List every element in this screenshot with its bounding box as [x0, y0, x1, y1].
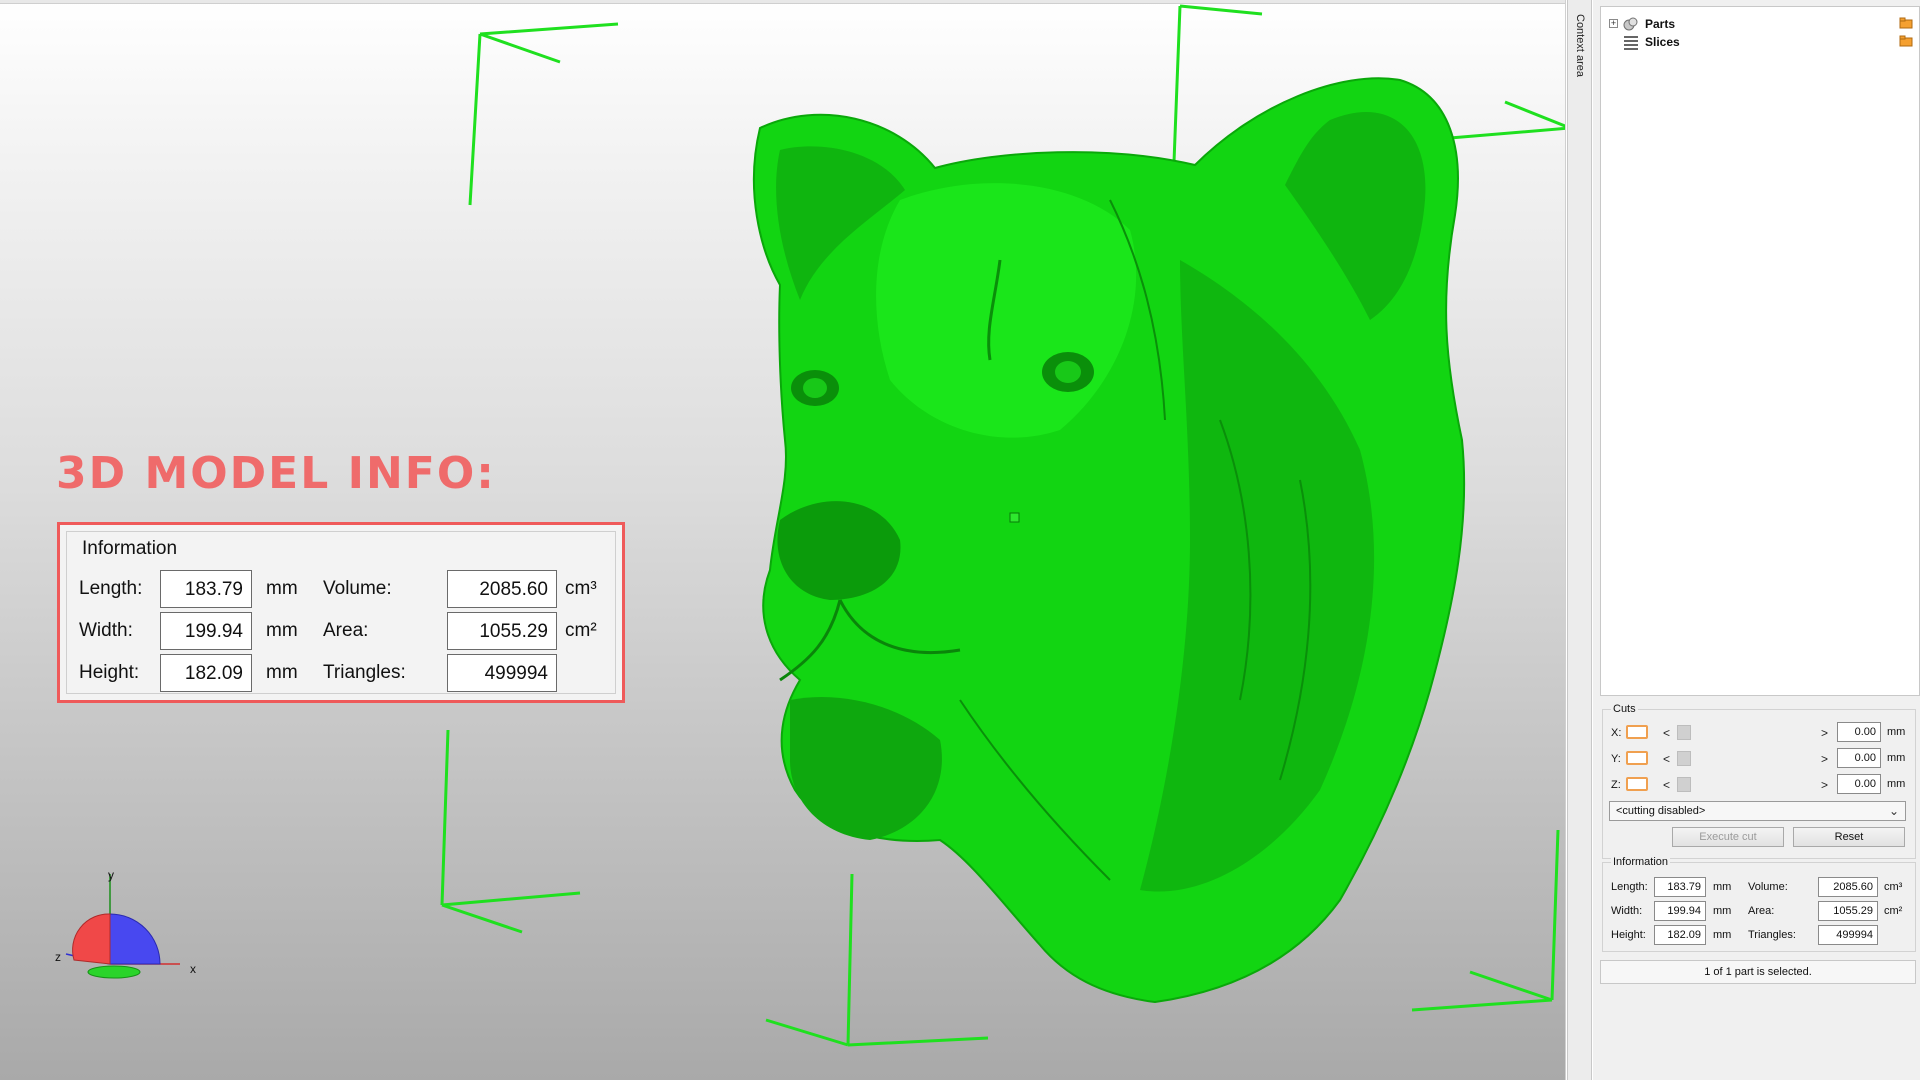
cut-y-unit: mm	[1887, 752, 1906, 764]
axis-label-z: z	[55, 950, 61, 964]
tree-item-label: Parts	[1645, 17, 1676, 31]
folder-menu-icon[interactable]	[1899, 17, 1913, 29]
info-row-width: Width: 199.94 mm Area: 1055.29 cm²	[1603, 901, 1915, 921]
cut-y-checkbox[interactable]	[1626, 751, 1648, 765]
axis-label-y: y	[108, 868, 114, 882]
info-triangles-label: Triangles:	[1748, 929, 1796, 941]
model-info-group-label: Information	[79, 538, 181, 560]
reset-button[interactable]: Reset	[1793, 827, 1905, 847]
chevron-down-icon: ⌄	[1888, 804, 1899, 818]
info-width-unit: mm	[1713, 905, 1732, 917]
info-area-label: Area:	[1748, 905, 1775, 917]
cut-x-increase[interactable]: >	[1821, 726, 1828, 740]
cut-x-slider-thumb[interactable]	[1677, 725, 1691, 740]
overlay-length-unit: mm	[266, 578, 298, 599]
axis-gizmo-icon	[65, 874, 180, 979]
parts-icon	[1623, 17, 1638, 31]
info-volume-value: 2085.60	[1818, 877, 1878, 897]
cut-row-y: Y: < > 0.00 mm	[1603, 748, 1915, 770]
info-row-height: Height: 182.09 mm Triangles: 499994	[1603, 925, 1915, 945]
cut-z-slider-thumb[interactable]	[1677, 777, 1691, 792]
cut-y-slider-thumb[interactable]	[1677, 751, 1691, 766]
cutting-mode-select[interactable]: <cutting disabled> ⌄	[1609, 801, 1906, 821]
info-length-label: Length:	[1611, 881, 1648, 893]
overlay-triangles-label: Triangles:	[323, 662, 406, 683]
cut-x-input[interactable]: 0.00	[1837, 722, 1881, 742]
model-info-title: 3D MODEL INFO:	[56, 448, 496, 499]
cut-y-decrease[interactable]: <	[1663, 752, 1670, 766]
information-group-label: Information	[1611, 856, 1671, 868]
info-triangles-value: 499994	[1818, 925, 1878, 945]
info-length-value: 183.79	[1654, 877, 1706, 897]
folder-menu-icon[interactable]	[1899, 35, 1913, 47]
info-row-length: Length: 183.79 mm Volume: 2085.60 cm³	[1603, 877, 1915, 897]
info-height-unit: mm	[1713, 929, 1732, 941]
orientation-axis-widget[interactable]: y x z	[52, 868, 212, 988]
overlay-width-unit: mm	[266, 620, 298, 641]
slices-icon	[1624, 36, 1638, 50]
info-width-label: Width:	[1611, 905, 1643, 917]
cut-row-z: Z: < > 0.00 mm	[1603, 774, 1915, 796]
overlay-triangles-value: 499994	[447, 654, 557, 692]
overlay-area-value: 1055.29	[447, 612, 557, 650]
overlay-area-unit: cm²	[565, 620, 597, 641]
cut-z-unit: mm	[1887, 778, 1906, 790]
overlay-row-height: Height: 182.09 mm Triangles: 499994	[67, 652, 615, 692]
tree-item-slices[interactable]: Slices	[1601, 33, 1919, 51]
overlay-height-unit: mm	[266, 662, 298, 683]
overlay-width-value: 199.94	[160, 612, 252, 650]
overlay-height-label: Height:	[79, 662, 140, 683]
cut-axis-label: Y:	[1611, 753, 1621, 765]
cut-row-x: X: < > 0.00 mm	[1603, 722, 1915, 744]
overlay-volume-unit: cm³	[565, 578, 597, 599]
cutting-mode-value: <cutting disabled>	[1616, 805, 1706, 817]
cut-x-checkbox[interactable]	[1626, 725, 1648, 739]
overlay-width-label: Width:	[79, 620, 133, 641]
cut-x-unit: mm	[1887, 726, 1906, 738]
info-area-unit: cm²	[1884, 905, 1903, 917]
overlay-area-label: Area:	[323, 620, 369, 641]
3d-viewport[interactable]: 3D MODEL INFO: Information Length: 183.7…	[0, 0, 1566, 1080]
overlay-length-label: Length:	[79, 578, 143, 599]
overlay-row-width: Width: 199.94 mm Area: 1055.29 cm²	[67, 610, 615, 650]
overlay-volume-value: 2085.60	[447, 570, 557, 608]
expand-icon[interactable]: +	[1609, 19, 1618, 28]
info-height-label: Height:	[1611, 929, 1646, 941]
execute-cut-button[interactable]: Execute cut	[1672, 827, 1784, 847]
overlay-row-length: Length: 183.79 mm Volume: 2085.60 cm³	[67, 568, 615, 608]
scene-tree[interactable]: + Parts Slices	[1600, 6, 1920, 696]
cut-z-input[interactable]: 0.00	[1837, 774, 1881, 794]
tree-item-parts[interactable]: + Parts	[1601, 15, 1919, 33]
info-height-value: 182.09	[1654, 925, 1706, 945]
context-area-tab[interactable]: Context area	[1567, 0, 1592, 1080]
axis-label-x: x	[190, 962, 196, 976]
info-volume-unit: cm³	[1884, 881, 1903, 893]
selection-status: 1 of 1 part is selected.	[1600, 960, 1916, 984]
cut-y-input[interactable]: 0.00	[1837, 748, 1881, 768]
context-area-label: Context area	[1574, 14, 1586, 77]
overlay-length-value: 183.79	[160, 570, 252, 608]
cuts-group-label: Cuts	[1611, 703, 1638, 715]
overlay-height-value: 182.09	[160, 654, 252, 692]
cut-z-increase[interactable]: >	[1821, 778, 1828, 792]
info-volume-label: Volume:	[1748, 881, 1788, 893]
model-info-panel: Information Length: 183.79 mm Volume: 20…	[57, 522, 625, 703]
overlay-volume-label: Volume:	[323, 578, 392, 599]
information-group: Information Length: 183.79 mm Volume: 20…	[1602, 856, 1916, 952]
cut-z-decrease[interactable]: <	[1663, 778, 1670, 792]
tree-item-label: Slices	[1645, 35, 1680, 49]
cut-z-checkbox[interactable]	[1626, 777, 1648, 791]
info-area-value: 1055.29	[1818, 901, 1878, 921]
cut-x-decrease[interactable]: <	[1663, 726, 1670, 740]
lioness-head-model[interactable]	[752, 77, 1466, 1004]
info-length-unit: mm	[1713, 881, 1732, 893]
info-width-value: 199.94	[1654, 901, 1706, 921]
cut-y-increase[interactable]: >	[1821, 752, 1828, 766]
model-info-group: Information Length: 183.79 mm Volume: 20…	[66, 531, 616, 694]
cut-axis-label: Z:	[1611, 779, 1621, 791]
cut-axis-label: X:	[1611, 727, 1622, 739]
